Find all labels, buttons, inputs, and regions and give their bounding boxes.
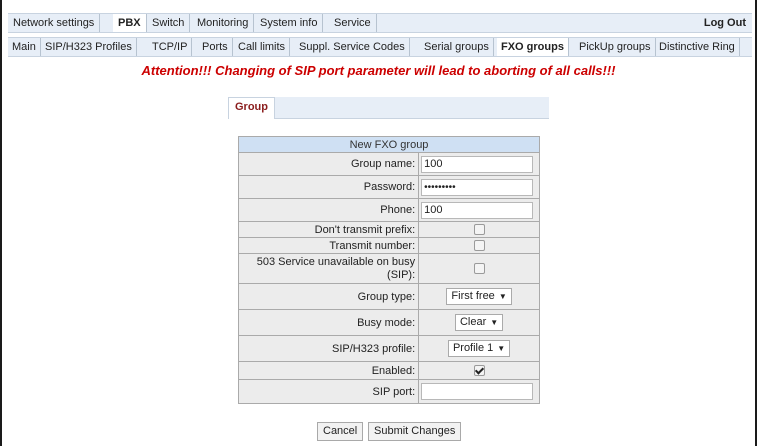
nav-monitoring[interactable]: Monitoring xyxy=(192,14,255,32)
group-name-label: Group name: xyxy=(237,152,420,176)
subnav-suppl-service-codes[interactable]: Suppl. Service Codes xyxy=(295,38,410,56)
group-type-label: Group type: xyxy=(237,283,420,310)
sip-port-label: SIP port: xyxy=(237,379,420,404)
sub-navigation: Main SIP/H323 Profiles TCP/IP Ports Call… xyxy=(8,37,752,57)
cancel-button[interactable]: Cancel xyxy=(317,422,364,441)
dont-transmit-prefix-label: Don't transmit prefix: xyxy=(237,221,420,238)
subnav-distinctive-ring[interactable]: Distinctive Ring xyxy=(655,38,740,56)
submit-changes-button[interactable]: Submit Changes xyxy=(368,422,462,441)
subnav-serial-groups[interactable]: Serial groups xyxy=(420,38,494,56)
busy-mode-select[interactable]: Clear ▼ xyxy=(454,314,504,331)
tab-bar: Group xyxy=(228,97,549,119)
tab-group[interactable]: Group xyxy=(228,97,275,119)
logout-link[interactable]: Log Out xyxy=(704,14,746,32)
top-navigation: Network settings PBX Switch Monitoring S… xyxy=(8,13,752,33)
busy-mode-value: Clear xyxy=(459,316,487,328)
sip-h323-profile-label: SIP/H323 profile: xyxy=(237,335,420,362)
phone-input[interactable]: 100 xyxy=(421,201,534,219)
subnav-main[interactable]: Main xyxy=(8,38,41,56)
nav-switch[interactable]: Switch xyxy=(147,14,191,32)
attention-warning: Attention!!! Changing of SIP port parame… xyxy=(141,63,616,78)
chevron-down-icon: ▼ xyxy=(498,292,507,301)
password-label: Password: xyxy=(237,175,420,199)
sip-h323-profile-value: Profile 1 xyxy=(452,342,494,354)
service-unavailable-checkbox[interactable] xyxy=(473,263,485,274)
enabled-checkbox[interactable] xyxy=(473,365,485,376)
fxo-group-form: New FXO group Group name: 100 Password: … xyxy=(237,136,540,404)
group-name-input[interactable]: 100 xyxy=(421,155,534,173)
dont-transmit-prefix-checkbox[interactable] xyxy=(473,224,485,235)
nav-pbx[interactable]: PBX xyxy=(113,14,147,32)
subnav-call-limits[interactable]: Call limits xyxy=(234,38,291,56)
subnav-sip-h323-profiles[interactable]: SIP/H323 Profiles xyxy=(41,38,137,56)
transmit-number-checkbox[interactable] xyxy=(473,240,485,251)
sip-h323-profile-select[interactable]: Profile 1 ▼ xyxy=(447,340,511,357)
subnav-pickup-groups[interactable]: PickUp groups xyxy=(575,38,656,56)
busy-mode-label: Busy mode: xyxy=(237,309,420,336)
enabled-label: Enabled: xyxy=(237,361,420,380)
group-type-select[interactable]: First free ▼ xyxy=(446,288,512,305)
subnav-fxo-groups[interactable]: FXO groups xyxy=(497,38,569,56)
nav-network-settings[interactable]: Network settings xyxy=(8,14,101,32)
form-title: New FXO group xyxy=(238,136,540,153)
chevron-down-icon: ▼ xyxy=(490,318,499,327)
nav-service[interactable]: Service xyxy=(329,14,377,32)
service-unavailable-label: 503 Service unavailable on busy (SIP): xyxy=(237,253,420,284)
subnav-tcp-ip[interactable]: TCP/IP xyxy=(148,38,193,56)
transmit-number-label: Transmit number: xyxy=(237,237,420,254)
sip-port-input[interactable] xyxy=(421,383,534,400)
group-type-value: First free xyxy=(451,290,495,302)
phone-label: Phone: xyxy=(237,198,420,222)
nav-system-info[interactable]: System info xyxy=(255,14,324,32)
chevron-down-icon: ▼ xyxy=(497,344,506,353)
password-input[interactable]: ••••••••• xyxy=(421,178,534,196)
subnav-ports[interactable]: Ports xyxy=(198,38,233,56)
